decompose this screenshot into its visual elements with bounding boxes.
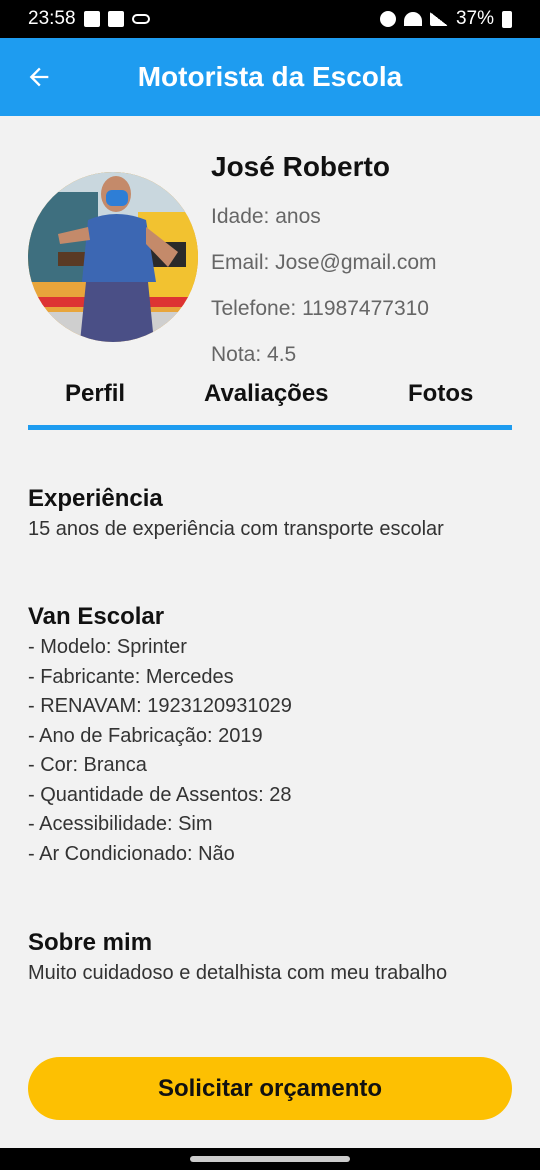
about-title: Sobre mim <box>28 929 153 956</box>
checkbox-notification-icon <box>107 11 124 27</box>
wifi-icon <box>403 12 422 26</box>
van-item: - Modelo: Sprinter <box>28 636 187 658</box>
status-time: 23:58 <box>28 8 76 29</box>
van-item: - Ar Condicionado: Não <box>28 842 235 865</box>
driver-name: José Roberto <box>211 151 390 182</box>
voicemail-icon <box>131 14 150 24</box>
driver-photo <box>28 172 198 342</box>
system-nav-bar <box>0 1148 540 1170</box>
signal-icon <box>429 12 448 26</box>
back-button[interactable] <box>22 60 56 94</box>
tab-bar: Perfil Avaliações Fotos <box>28 380 512 432</box>
van-item: - RENAVAM: 1923120931029 <box>28 695 292 717</box>
status-bar: 23:58 37% <box>0 0 540 38</box>
van-section: Van Escolar - Modelo: Sprinter - Fabrica… <box>28 601 512 869</box>
tab-avaliacoes[interactable]: Avaliações <box>204 380 329 408</box>
battery-percent: 37% <box>455 8 494 29</box>
van-item: - Ano de Fabricação: 2019 <box>28 724 263 747</box>
avatar <box>28 172 198 342</box>
van-item: - Acessibilidade: Sim <box>28 813 213 835</box>
experience-title: Experiência <box>28 485 163 512</box>
profile-info: José Roberto Idade: anos Email: Jose@gma… <box>211 150 521 378</box>
battery-icon <box>502 10 512 28</box>
van-item: - Fabricante: Mercedes <box>28 665 234 688</box>
request-quote-button[interactable]: Solicitar orçamento <box>28 1057 512 1120</box>
tab-fotos[interactable]: Fotos <box>408 380 473 408</box>
phone-line: Telefone: 11987477310 <box>211 297 429 320</box>
van-item: - Quantidade de Assentos: 28 <box>28 783 292 806</box>
van-item: - Cor: Branca <box>28 754 147 776</box>
home-gesture-handle[interactable] <box>190 1156 350 1162</box>
page-title: Motorista da Escola <box>137 61 403 92</box>
email-line: Email: Jose@gmail.com <box>211 251 437 274</box>
arrow-left-icon <box>29 67 49 87</box>
status-left: 23:58 <box>28 8 150 30</box>
rating-line: Nota: 4.5 <box>211 343 297 366</box>
experience-section: Experiência 15 anos de experiência com t… <box>28 483 512 545</box>
about-text: Muito cuidadoso e detalhista com meu tra… <box>28 962 448 984</box>
age-line: Idade: anos <box>211 205 321 228</box>
tab-perfil[interactable]: Perfil <box>65 380 125 408</box>
app-bar: Motorista da Escola <box>0 38 540 116</box>
alarm-icon <box>379 11 396 27</box>
about-section: Sobre mim Muito cuidadoso e detalhista c… <box>28 927 512 989</box>
tab-indicator <box>28 425 512 430</box>
image-notification-icon <box>83 11 100 27</box>
status-right: 37% <box>379 8 512 30</box>
van-title: Van Escolar <box>28 603 165 630</box>
experience-text: 15 anos de experiência com transporte es… <box>28 518 444 540</box>
